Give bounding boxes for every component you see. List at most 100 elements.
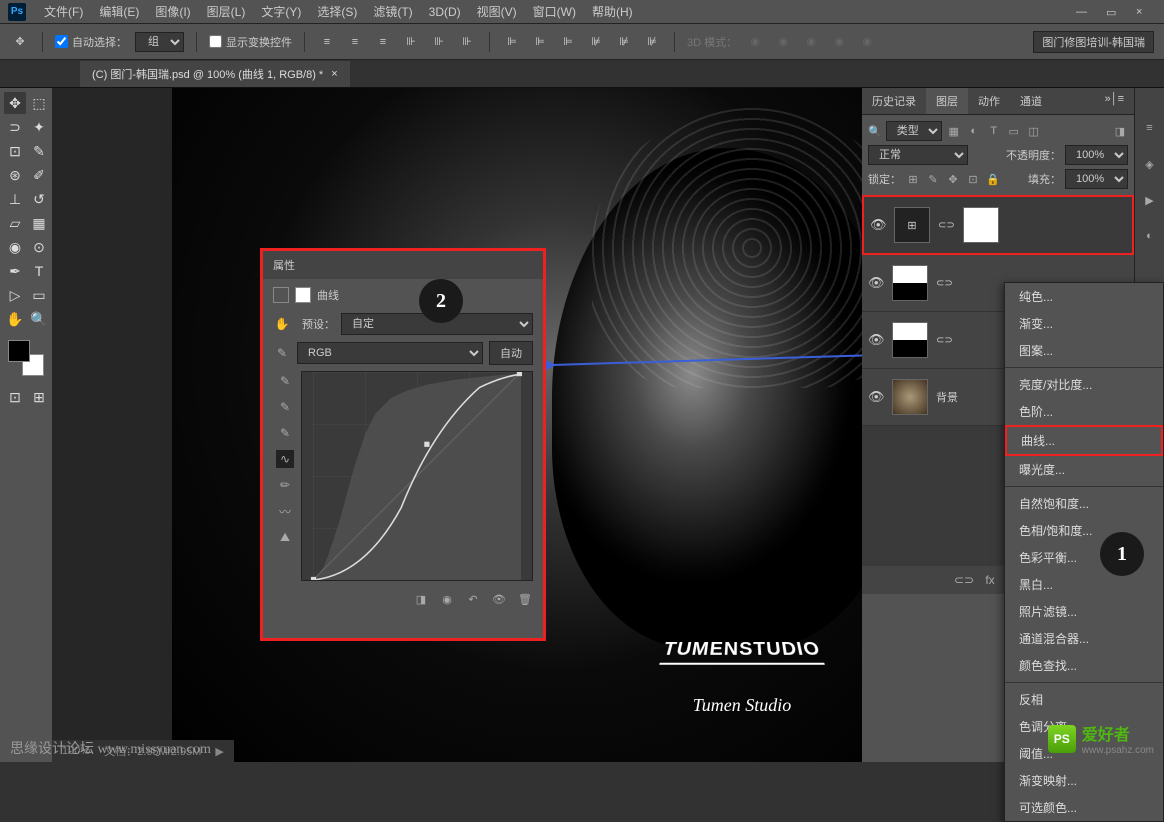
layer-visibility-icon[interactable]: 👁: [868, 275, 884, 291]
eyedropper-tool[interactable]: ✎: [28, 140, 50, 162]
distribute-icon-2[interactable]: ⊫: [530, 32, 550, 52]
path-tool[interactable]: ▷: [4, 284, 26, 306]
menu-file[interactable]: 文件(F): [36, 0, 91, 23]
layer-visibility-icon[interactable]: 👁: [870, 217, 886, 233]
dock-layers-icon[interactable]: ◈: [1140, 154, 1160, 174]
shape-tool[interactable]: ▭: [28, 284, 50, 306]
filter-toggle[interactable]: ◨: [1112, 123, 1128, 139]
cm-bw[interactable]: 黑白...: [1005, 571, 1163, 598]
menu-help[interactable]: 帮助(H): [584, 0, 641, 23]
align-icon-2[interactable]: ≡: [345, 32, 365, 52]
layer-link-icon[interactable]: ⊂⊃: [938, 220, 955, 231]
layer-visibility-icon[interactable]: 👁: [868, 389, 884, 405]
screenmode-tool[interactable]: ⊞: [28, 386, 50, 408]
type-tool[interactable]: T: [28, 260, 50, 282]
show-transform-checkbox[interactable]: 显示变换控件: [209, 34, 292, 50]
eyedropper-gray[interactable]: ✎: [276, 398, 294, 416]
link-layers-icon[interactable]: ⊂⊃: [956, 572, 972, 588]
stamp-tool[interactable]: ⊥: [4, 188, 26, 210]
close-tab-icon[interactable]: ×: [331, 68, 337, 80]
filter-pixel-icon[interactable]: ▦: [946, 123, 962, 139]
move-tool[interactable]: ✥: [4, 92, 26, 114]
cm-gradient[interactable]: 渐变...: [1005, 310, 1163, 337]
clip-icon[interactable]: ◨: [413, 591, 429, 607]
3d-icon-1[interactable]: ◉: [745, 32, 765, 52]
cm-channel-mixer[interactable]: 通道混合器...: [1005, 625, 1163, 652]
auto-select-input[interactable]: [55, 35, 68, 48]
distribute-icon-5[interactable]: ⊯: [614, 32, 634, 52]
align-icon-1[interactable]: ≡: [317, 32, 337, 52]
eyedropper-white[interactable]: ✎: [276, 424, 294, 442]
filter-type-icon[interactable]: T: [986, 123, 1002, 139]
cm-exposure[interactable]: 曝光度...: [1005, 456, 1163, 483]
curves-graph[interactable]: ✎ ✎ ✎ ∿ ✏ 〰 ⛰: [301, 371, 533, 581]
cm-brightness[interactable]: 亮度/对比度...: [1005, 371, 1163, 398]
fx-icon[interactable]: fx: [982, 572, 998, 588]
3d-icon-4[interactable]: ◉: [829, 32, 849, 52]
filter-adj-icon[interactable]: ◐: [966, 123, 982, 139]
align-icon-4[interactable]: ⊪: [401, 32, 421, 52]
canvas-area[interactable]: TUMENSTUDIO Tumen Studio 属性 曲线 2 ✋ 预设： 自…: [52, 88, 862, 762]
lock-all-icon[interactable]: 🔒: [985, 171, 1001, 187]
curve-draw-tool[interactable]: ✏: [276, 476, 294, 494]
curve-smooth-tool[interactable]: 〰: [276, 502, 294, 520]
history-brush-tool[interactable]: ↺: [28, 188, 50, 210]
layer-visibility-icon[interactable]: 👁: [868, 332, 884, 348]
menu-type[interactable]: 文字(Y): [253, 0, 309, 23]
tab-history[interactable]: 历史记录: [862, 88, 926, 114]
opacity-input[interactable]: 100%: [1065, 145, 1128, 165]
layer-link-icon[interactable]: ⊂⊃: [936, 278, 953, 289]
align-icon-6[interactable]: ⊪: [457, 32, 477, 52]
blur-tool[interactable]: ◉: [4, 236, 26, 258]
view-previous-icon[interactable]: ◉: [439, 591, 455, 607]
lock-position-icon[interactable]: ✥: [945, 171, 961, 187]
panel-menu-icon[interactable]: »│≡: [1095, 88, 1134, 114]
minimize-button[interactable]: —: [1076, 6, 1088, 18]
dock-swatches-icon[interactable]: ≡: [1140, 118, 1160, 138]
distribute-icon-1[interactable]: ⊫: [502, 32, 522, 52]
menu-filter[interactable]: 滤镜(T): [365, 0, 420, 23]
reset-icon[interactable]: ↶: [465, 591, 481, 607]
marquee-tool[interactable]: ⬚: [28, 92, 50, 114]
menu-edit[interactable]: 编辑(E): [91, 0, 147, 23]
distribute-icon-3[interactable]: ⊫: [558, 32, 578, 52]
fill-input[interactable]: 100%: [1065, 169, 1128, 189]
cm-vibrance[interactable]: 自然饱和度...: [1005, 490, 1163, 517]
cm-photo-filter[interactable]: 照片滤镜...: [1005, 598, 1163, 625]
auto-select-target[interactable]: 组: [135, 32, 184, 52]
delete-icon[interactable]: 🗑: [517, 591, 533, 607]
menu-3d[interactable]: 3D(D): [421, 2, 469, 22]
cm-selective-color[interactable]: 可选颜色...: [1005, 794, 1163, 821]
cm-solid-color[interactable]: 纯色...: [1005, 283, 1163, 310]
cm-color-lookup[interactable]: 颜色查找...: [1005, 652, 1163, 679]
lock-transparency-icon[interactable]: ⊞: [905, 171, 921, 187]
tab-actions[interactable]: 动作: [968, 88, 1010, 114]
wand-tool[interactable]: ✦: [28, 116, 50, 138]
lock-artboard-icon[interactable]: ⊡: [965, 171, 981, 187]
channel-select[interactable]: RGB: [297, 342, 483, 364]
align-icon-5[interactable]: ⊪: [429, 32, 449, 52]
blend-mode-select[interactable]: 正常: [868, 145, 968, 165]
cm-curves[interactable]: 曲线...: [1005, 425, 1163, 456]
color-swatch[interactable]: [8, 340, 44, 376]
show-transform-input[interactable]: [209, 35, 222, 48]
brush-tool[interactable]: ✐: [28, 164, 50, 186]
filter-smart-icon[interactable]: ◫: [1026, 123, 1042, 139]
eraser-tool[interactable]: ▱: [4, 212, 26, 234]
cm-invert[interactable]: 反相: [1005, 686, 1163, 713]
eyedropper-black[interactable]: ✎: [276, 372, 294, 390]
menu-select[interactable]: 选择(S): [309, 0, 365, 23]
lock-pixels-icon[interactable]: ✎: [925, 171, 941, 187]
tab-channels[interactable]: 通道: [1010, 88, 1052, 114]
curve-point-tool[interactable]: ∿: [276, 450, 294, 468]
healing-tool[interactable]: ⊛: [4, 164, 26, 186]
filter-select[interactable]: 类型: [886, 121, 942, 141]
document-tab[interactable]: (C) 图门-韩国瑞.psd @ 100% (曲线 1, RGB/8) * ×: [80, 61, 350, 87]
cm-gradient-map[interactable]: 渐变映射...: [1005, 767, 1163, 794]
layer-row-curves[interactable]: 👁 ⊞ ⊂⊃: [862, 195, 1134, 255]
visibility-icon[interactable]: 👁: [491, 591, 507, 607]
zoom-tool[interactable]: 🔍: [28, 308, 50, 330]
auto-button[interactable]: 自动: [489, 341, 533, 365]
foreground-color[interactable]: [8, 340, 30, 362]
menu-image[interactable]: 图像(I): [147, 0, 198, 23]
